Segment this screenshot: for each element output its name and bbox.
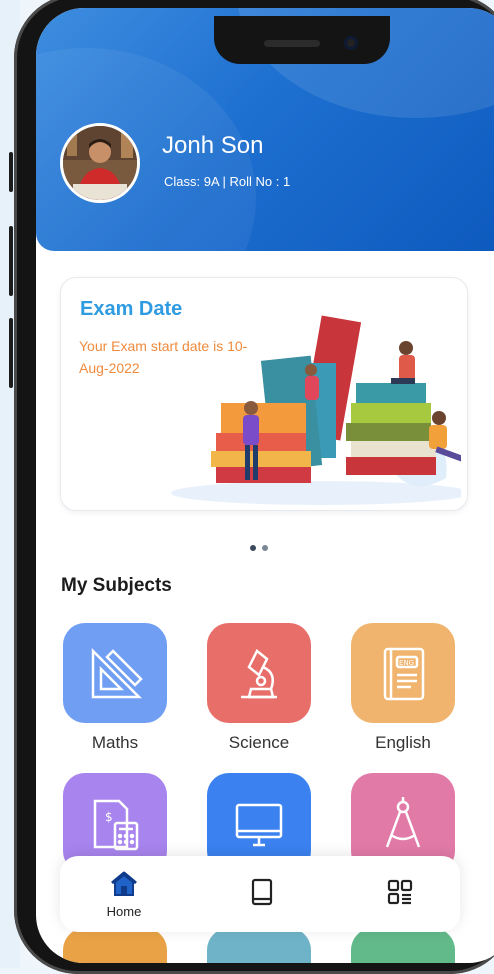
app-screen: Jonh Son Class: 9A | Roll No : 1 Exam Da…: [36, 8, 494, 963]
exam-date-card[interactable]: Exam Date Your Exam start date is 10-Aug…: [60, 277, 468, 511]
subject-tile-peek[interactable]: [351, 928, 455, 963]
phone-notch: [214, 16, 390, 64]
bottom-navigation: Home: [60, 856, 460, 932]
nav-menu[interactable]: [370, 878, 430, 910]
subject-tile-peek[interactable]: [63, 928, 167, 963]
nav-home-label: Home: [106, 904, 142, 919]
grid-menu-icon: [387, 879, 413, 905]
subject-tile-peek[interactable]: [207, 928, 311, 963]
phone-volume-up-button: [9, 226, 13, 296]
my-subjects-heading: My Subjects: [61, 575, 172, 596]
student-class-roll: Class: 9A | Roll No : 1: [164, 174, 291, 189]
home-icon: [111, 871, 137, 896]
carousel-dot[interactable]: [262, 545, 268, 551]
subject-tile[interactable]: ENG: [351, 623, 455, 723]
subject-label: Science: [228, 733, 290, 752]
computer-icon: [235, 803, 283, 847]
subject-tile[interactable]: [207, 623, 311, 723]
compass-icon: [385, 797, 421, 848]
phone-mute-switch: [9, 152, 13, 192]
speaker-grille: [264, 40, 320, 47]
student-name: Jonh Son: [162, 132, 264, 159]
book-icon: [251, 878, 273, 906]
subject-english[interactable]: ENG English: [348, 623, 458, 753]
subject-science[interactable]: Science: [204, 623, 314, 753]
front-camera: [344, 36, 358, 50]
nav-home[interactable]: Home: [94, 870, 154, 919]
carousel-dot-active[interactable]: [250, 545, 256, 551]
students-books-illustration: [171, 315, 461, 505]
microscope-icon: [241, 649, 277, 699]
accounts-icon: $: [93, 799, 139, 851]
avatar[interactable]: [60, 123, 140, 203]
subject-tile[interactable]: [63, 623, 167, 723]
nav-books[interactable]: [232, 878, 292, 910]
carousel-indicator: [250, 536, 274, 555]
book-eng-icon: ENG: [383, 647, 425, 701]
svg-text:ENG: ENG: [399, 659, 414, 667]
subject-label: English: [375, 733, 431, 752]
geometry-icon: [91, 647, 143, 699]
subject-label: Maths: [91, 733, 139, 752]
phone-volume-down-button: [9, 318, 13, 388]
svg-text:$: $: [105, 810, 113, 824]
subject-maths[interactable]: Maths: [60, 623, 170, 753]
